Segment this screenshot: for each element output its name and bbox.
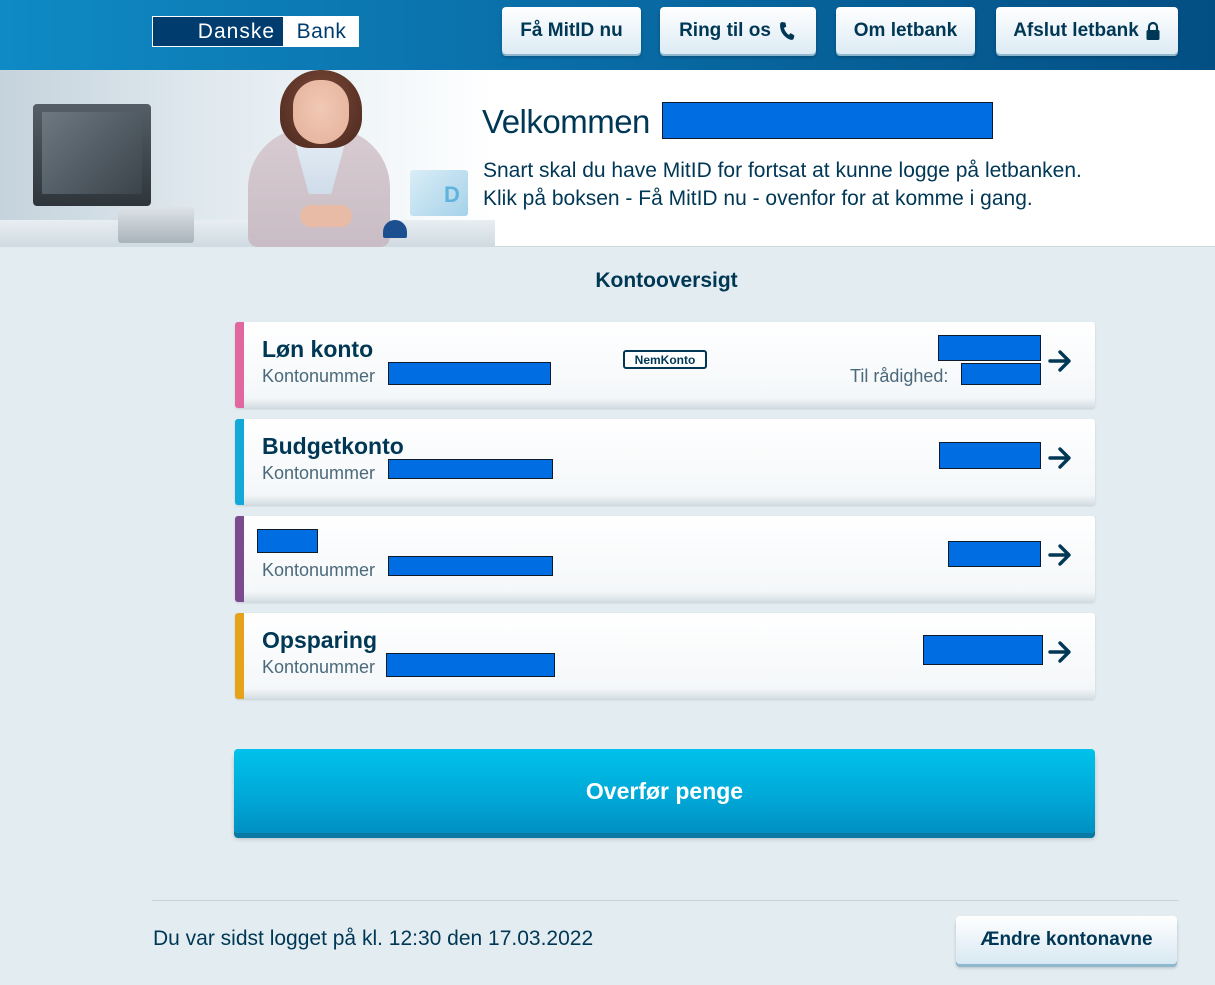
redacted-balance (939, 442, 1041, 469)
redacted-account-number (388, 556, 553, 576)
advisor-photo: D (0, 70, 495, 247)
welcome-message-line2: Klik på boksen - Få MitID nu - ovenfor f… (483, 187, 1033, 210)
about-letbank-button[interactable]: Om letbank (836, 7, 975, 54)
logout-button[interactable]: Afslut letbank (996, 7, 1178, 54)
logo-text-danske: Danske (152, 16, 284, 47)
account-name: Løn konto (262, 336, 374, 362)
monitor-screen (42, 112, 142, 194)
rename-accounts-button[interactable]: Ændre kontonavne (956, 916, 1177, 964)
get-mitid-label: Få MitID nu (520, 19, 623, 41)
redacted-available-amount (961, 363, 1041, 385)
welcome-message-line1: Snart skal du have MitID for fortsat at … (483, 159, 1082, 182)
account-number-label: Kontonummer (262, 657, 376, 677)
last-login-text: Du var sidst logget på kl. 12:30 den 17.… (153, 927, 594, 950)
redacted-customer-name (662, 102, 993, 139)
welcome-title: Velkommen (482, 103, 650, 140)
redacted-account-number (388, 362, 551, 385)
logo-text-bank: Bank (284, 16, 359, 47)
phone-icon (777, 21, 797, 41)
account-color-bar (235, 516, 244, 602)
arrow-right-icon (1047, 348, 1073, 379)
available-label: Til rådighed: (850, 366, 949, 386)
nemkonto-badge: NemKonto (623, 350, 707, 369)
account-number-label: Kontonummer (262, 366, 376, 386)
get-mitid-button[interactable]: Få MitID nu (502, 7, 641, 54)
account-overview-title: Kontooversigt (595, 269, 738, 292)
account-number-label: Kontonummer (262, 463, 376, 483)
account-number-label: Kontonummer (262, 560, 376, 580)
redacted-balance (948, 541, 1041, 567)
account-card-redacted[interactable]: Kontonummer (235, 516, 1095, 602)
headset-image (383, 220, 407, 238)
printer-image (118, 207, 194, 243)
transfer-money-button[interactable]: Overfør penge (234, 749, 1095, 833)
footer-divider (152, 900, 1179, 901)
arrow-right-icon (1047, 445, 1073, 476)
redacted-account-number (386, 653, 555, 677)
arrow-right-icon (1047, 542, 1073, 573)
account-name: Opsparing (262, 627, 378, 653)
account-color-bar (235, 419, 244, 505)
rename-accounts-label: Ændre kontonavne (980, 929, 1153, 950)
top-bar: Danske Bank Få MitID nu Ring til os Om l… (0, 0, 1215, 70)
account-color-bar (235, 322, 244, 408)
redacted-balance (923, 635, 1043, 665)
account-card-opsparing[interactable]: Opsparing Kontonummer (235, 613, 1095, 699)
call-us-button[interactable]: Ring til os (660, 7, 816, 54)
cube-letter: D (444, 182, 460, 207)
logout-label: Afslut letbank (1013, 19, 1139, 41)
redacted-account-number (388, 459, 553, 479)
advisor-face (293, 80, 349, 144)
call-us-label: Ring til os (679, 19, 771, 41)
about-letbank-label: Om letbank (853, 19, 958, 41)
account-card-budgetkonto[interactable]: Budgetkonto Kontonummer (235, 419, 1095, 505)
welcome-message: Snart skal du have MitID for fortsat at … (483, 157, 1203, 213)
account-card-lon-konto[interactable]: Løn konto Kontonummer NemKonto Til rådig… (235, 322, 1095, 408)
redacted-balance (938, 335, 1041, 361)
account-color-bar (235, 613, 244, 699)
transfer-money-label: Overfør penge (585, 777, 744, 804)
lock-icon (1145, 21, 1161, 41)
arrow-right-icon (1047, 639, 1073, 670)
advisor-hands (300, 205, 352, 227)
account-name: Budgetkonto (262, 433, 404, 459)
danske-bank-logo[interactable]: Danske Bank (152, 16, 359, 47)
redacted-account-name (257, 529, 318, 553)
